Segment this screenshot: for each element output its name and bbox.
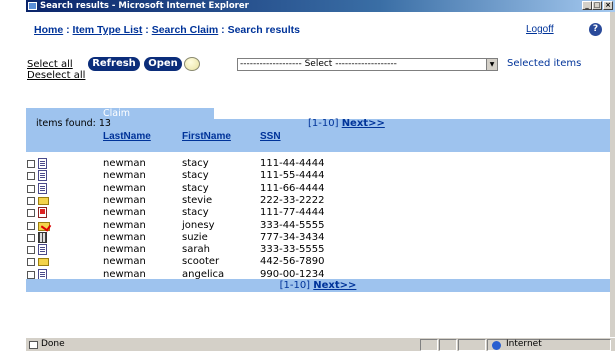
action-select[interactable]: ------------------- Select -------------… [237, 58, 498, 71]
next-page-link-bottom[interactable]: Next>> [313, 280, 356, 291]
ie-app-icon [28, 2, 37, 10]
pagination-bottom: [1-10] Next>> [26, 279, 610, 292]
row-checkbox[interactable] [27, 160, 35, 168]
row-checkbox[interactable] [27, 258, 35, 267]
document-icon[interactable] [38, 244, 47, 256]
folder-icon[interactable] [38, 258, 49, 267]
status-text: Done [41, 339, 65, 349]
items-found-count: items found: 13 [36, 118, 111, 129]
logoff-link[interactable]: Logoff [526, 24, 554, 35]
select-all-link[interactable]: Select all [27, 59, 73, 70]
next-page-link[interactable]: Next>> [342, 118, 385, 129]
folder-icon[interactable] [38, 196, 49, 205]
column-header-lastname[interactable]: LastName [103, 131, 151, 142]
close-button[interactable]: × [603, 1, 613, 10]
window-titlebar: Search results - Microsoft Internet Expl… [26, 0, 615, 12]
column-header-firstname[interactable]: FirstName [182, 131, 231, 142]
row-checkbox[interactable] [27, 246, 35, 255]
row-checkbox[interactable] [27, 221, 35, 230]
document-icon[interactable] [38, 170, 47, 182]
breadcrumb: Home : Item Type List : Search Claim : S… [34, 24, 300, 36]
deselect-all-link[interactable]: Deselect all [27, 70, 85, 81]
breadcrumb-home-link[interactable]: Home [34, 24, 63, 36]
page-done-icon [29, 341, 38, 349]
row-checkbox[interactable] [27, 172, 35, 181]
open-button[interactable]: Open [144, 57, 182, 71]
vertical-scrollbar[interactable] [610, 12, 615, 337]
breadcrumb-item-type-list-link[interactable]: Item Type List [73, 24, 143, 36]
pagination-top: [1-10] Next>> [308, 118, 385, 129]
window-title: Search results - Microsoft Internet Expl… [40, 1, 249, 11]
row-checkbox[interactable] [27, 270, 35, 279]
security-zone-label: Internet [506, 339, 542, 349]
help-icon[interactable]: ? [589, 23, 602, 36]
selected-items-label: Selected items [507, 58, 582, 69]
status-bar: Done Internet [26, 337, 615, 351]
document-icon[interactable] [38, 158, 47, 169]
action-round-button[interactable] [184, 57, 200, 71]
breadcrumb-current: Search results [227, 24, 300, 36]
chevron-down-icon[interactable]: ▼ [486, 59, 497, 70]
row-checkbox[interactable] [27, 233, 35, 242]
page-content: Home : Item Type List : Search Claim : S… [26, 12, 610, 337]
breadcrumb-search-claim-link[interactable]: Search Claim [152, 24, 219, 36]
internet-zone-icon [492, 341, 501, 350]
action-select-value: ------------------- Select -------------… [240, 59, 397, 69]
red-document-icon[interactable] [38, 207, 47, 219]
maximize-button[interactable]: □ [592, 1, 602, 10]
film-icon[interactable] [38, 231, 47, 243]
folder-check-icon[interactable] [38, 221, 50, 231]
refresh-button[interactable]: Refresh [88, 57, 140, 71]
document-icon[interactable] [38, 182, 47, 194]
row-checkbox[interactable] [27, 184, 35, 193]
page-range-bottom: [1-10] [279, 280, 311, 291]
minimize-button[interactable]: _ [582, 1, 592, 10]
row-checkbox[interactable] [27, 196, 35, 205]
page-range: [1-10] [308, 118, 339, 129]
column-header-ssn[interactable]: SSN [260, 131, 281, 142]
row-checkbox[interactable] [27, 209, 35, 218]
